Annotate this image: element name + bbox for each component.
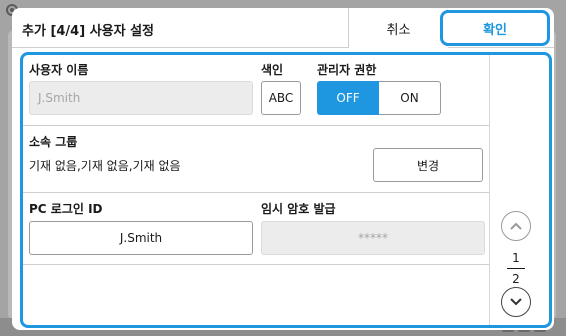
index-button[interactable]: ABC: [261, 81, 301, 115]
scroll-up-button[interactable]: [501, 211, 531, 241]
admin-label: 관리자 권한: [317, 63, 377, 77]
page-current: 1: [512, 251, 520, 265]
group-value: 기재 없음,기재 없음,기재 없음: [29, 159, 181, 173]
settings-panel: 사용자 이름 J.Smith 색인 ABC 관리자 권한 OFF ON 소속 그…: [20, 52, 552, 328]
pc-login-id-button[interactable]: J.Smith: [29, 221, 253, 255]
page-indicator: 1 2: [501, 251, 531, 286]
temp-password-label: 임시 암호 발급: [261, 202, 336, 216]
user-settings-dialog: 추가 [4/4] 사용자 설정 취소 확인 사용자 이름 J.Smith 색인 …: [12, 8, 554, 330]
admin-off-button[interactable]: OFF: [317, 81, 379, 115]
dialog-header: 추가 [4/4] 사용자 설정 취소 확인: [12, 8, 554, 48]
cancel-button[interactable]: 취소: [348, 8, 448, 48]
scroll-down-button[interactable]: [501, 287, 531, 317]
divider: [23, 264, 489, 265]
admin-on-button[interactable]: ON: [379, 81, 441, 115]
chevron-up-icon: [510, 222, 522, 230]
divider: [23, 192, 489, 193]
dialog-title: 추가 [4/4] 사용자 설정: [22, 24, 155, 39]
page-total: 2: [512, 272, 520, 286]
user-name-label: 사용자 이름: [29, 63, 89, 77]
temp-password-field: *****: [261, 221, 485, 255]
user-name-field: J.Smith: [29, 81, 253, 115]
group-change-button[interactable]: 변경: [373, 148, 483, 182]
pc-login-label: PC 로그인 ID: [29, 202, 103, 216]
chevron-down-icon: [510, 298, 522, 306]
scroll-divider: [489, 55, 490, 325]
ok-button[interactable]: 확인: [440, 10, 550, 46]
index-label: 색인: [261, 63, 284, 77]
divider: [23, 125, 489, 126]
group-label: 소속 그룹: [29, 135, 78, 149]
